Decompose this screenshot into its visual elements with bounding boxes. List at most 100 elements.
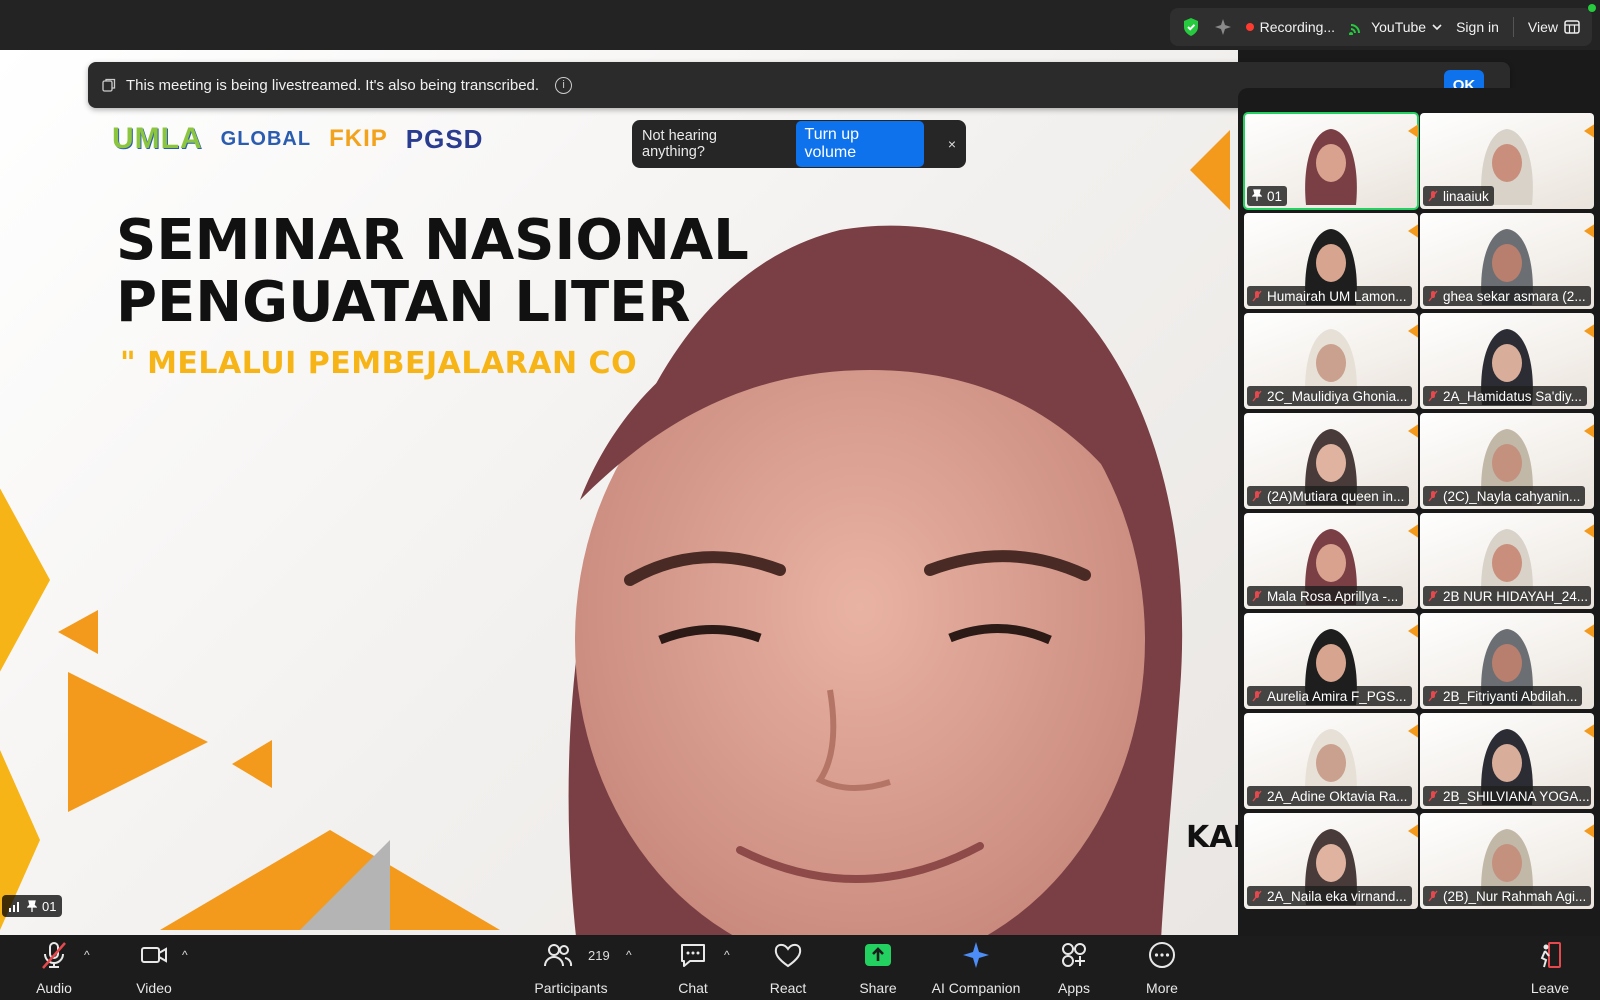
- slide-decoration: [1408, 319, 1418, 343]
- apps-button[interactable]: Apps: [1056, 940, 1092, 996]
- main-video-stage[interactable]: UMLA GLOBAL FKIP PGSD SEMINAR NASIONAL P…: [0, 50, 1238, 935]
- react-label: React: [769, 980, 807, 996]
- participant-tile[interactable]: 2B NUR HIDAYAH_24...: [1420, 513, 1594, 609]
- participant-name-label: 2B_SHILVIANA YOGA...: [1423, 786, 1591, 806]
- participants-label: Participants: [534, 980, 608, 996]
- pin-icon: [1251, 188, 1263, 204]
- meeting-status-bar: Recording... YouTube Sign in View: [1169, 8, 1592, 46]
- slide-decoration: [1584, 319, 1594, 343]
- mic-muted-icon: [1252, 790, 1262, 802]
- participant-name: 2A_Naila eka virnand...: [1267, 888, 1407, 904]
- slide-decoration: [0, 470, 50, 690]
- chat-button[interactable]: Chat: [676, 940, 710, 996]
- react-button[interactable]: React: [768, 940, 808, 996]
- audio-button[interactable]: Audio: [32, 940, 76, 996]
- record-dot-icon: [1245, 23, 1254, 31]
- mic-muted-icon: [1252, 490, 1262, 502]
- video-button[interactable]: Video: [132, 940, 176, 996]
- logo-fkip: FKIP: [329, 125, 388, 152]
- mic-muted-icon: [1252, 890, 1262, 902]
- participant-tile[interactable]: 2A_Adine Oktavia Ra...: [1244, 713, 1418, 809]
- audio-toast: Not hearing anything? Turn up volume ×: [632, 120, 966, 168]
- participant-name-label: ghea sekar asmara (2...: [1423, 286, 1591, 306]
- apps-label: Apps: [1058, 980, 1090, 996]
- audio-options-caret[interactable]: ^: [84, 948, 90, 962]
- close-icon[interactable]: ×: [948, 136, 956, 152]
- pin-icon: [27, 900, 37, 912]
- participant-tile[interactable]: 2B_SHILVIANA YOGA...: [1420, 713, 1594, 809]
- mic-muted-icon: [1252, 390, 1262, 402]
- share-button[interactable]: Share: [858, 940, 898, 996]
- security-shield[interactable]: [1182, 17, 1200, 37]
- ai-companion-button[interactable]: AI Companion: [930, 940, 1022, 996]
- more-button[interactable]: More: [1144, 940, 1180, 996]
- share-label: Share: [859, 980, 897, 996]
- shield-icon: [1183, 18, 1198, 36]
- slide-decoration: [1408, 819, 1418, 843]
- camera-active-dot: [1588, 4, 1596, 12]
- sign-in-button[interactable]: Sign in: [1456, 19, 1499, 35]
- video-label: Video: [136, 980, 172, 996]
- meeting-toolbar: Audio ^ Video ^ Participants 219 ^ Chat …: [0, 936, 1600, 1000]
- slide-decoration: [1408, 219, 1418, 243]
- slide-decoration: [300, 840, 390, 930]
- slide-decoration: [1584, 419, 1594, 443]
- mic-muted-icon: [1428, 390, 1438, 402]
- participant-name-label: (2A)Mutiara queen in...: [1247, 486, 1410, 506]
- slide-decoration: [1408, 119, 1418, 143]
- slide-decoration: [58, 610, 98, 654]
- turn-up-volume-button[interactable]: Turn up volume: [795, 121, 924, 167]
- main-video-name: 01: [42, 898, 57, 914]
- view-button[interactable]: View: [1528, 19, 1580, 35]
- mic-muted-icon: [1428, 690, 1438, 702]
- slide-decoration: [1584, 519, 1594, 543]
- participant-tile[interactable]: 2A_Hamidatus Sa'diy...: [1420, 313, 1594, 409]
- livestream-dropdown[interactable]: YouTube: [1349, 19, 1442, 35]
- participant-name: 2A_Adine Oktavia Ra...: [1267, 788, 1408, 804]
- heart-icon: [774, 943, 802, 968]
- chat-options-caret[interactable]: ^: [724, 948, 730, 962]
- mic-muted-icon: [1252, 290, 1262, 302]
- slide-decoration: [1584, 219, 1594, 243]
- participant-tile[interactable]: Mala Rosa Aprillya -...: [1244, 513, 1418, 609]
- participant-gallery[interactable]: 01 linaaiuk Humairah UM Lamon... ghea sekar…: [1238, 88, 1600, 936]
- leave-label: Leave: [1530, 980, 1570, 996]
- info-icon[interactable]: i: [555, 76, 573, 94]
- recording-indicator[interactable]: Recording...: [1245, 19, 1335, 35]
- participant-name-label: 2A_Naila eka virnand...: [1247, 886, 1412, 906]
- participant-name-label: Humairah UM Lamon...: [1247, 286, 1412, 306]
- participant-tile[interactable]: Humairah UM Lamon...: [1244, 213, 1418, 309]
- share-arrow-icon: [865, 944, 891, 966]
- participant-tile[interactable]: 2C_Maulidiya Ghonia...: [1244, 313, 1418, 409]
- logo-pgsd: PGSD: [405, 123, 484, 154]
- mic-muted-icon: [1252, 690, 1262, 702]
- participants-options-caret[interactable]: ^: [626, 948, 632, 962]
- audio-label: Audio: [36, 980, 72, 996]
- participant-name: 2B_Fitriyanti Abdilah...: [1443, 688, 1578, 704]
- leave-icon: [1540, 942, 1561, 968]
- mic-muted-icon: [1428, 590, 1438, 602]
- participant-name: (2A)Mutiara queen in...: [1267, 488, 1405, 504]
- leave-button[interactable]: Leave: [1528, 940, 1572, 996]
- video-icon: [141, 947, 167, 963]
- participant-tile[interactable]: 2B_Fitriyanti Abdilah...: [1420, 613, 1594, 709]
- participant-tile[interactable]: (2A)Mutiara queen in...: [1244, 413, 1418, 509]
- stream-target-label: YouTube: [1371, 19, 1427, 35]
- mic-muted-icon: [1428, 290, 1438, 302]
- participant-tile[interactable]: linaaiuk: [1420, 113, 1594, 209]
- video-options-caret[interactable]: ^: [182, 948, 188, 962]
- participant-name-label: linaaiuk: [1423, 186, 1494, 206]
- slide-decoration: [1584, 619, 1594, 643]
- participant-tile[interactable]: Aurelia Amira F_PGS...: [1244, 613, 1418, 709]
- participant-tile[interactable]: (2C)_Nayla cahyanin...: [1420, 413, 1594, 509]
- participant-name: linaaiuk: [1443, 188, 1489, 204]
- participant-tile[interactable]: 2A_Naila eka virnand...: [1244, 813, 1418, 909]
- participant-name: (2C)_Nayla cahyanin...: [1443, 488, 1581, 504]
- slide-decoration: [1584, 819, 1594, 843]
- ai-companion-status[interactable]: [1214, 18, 1232, 36]
- copy-icon: [102, 78, 116, 92]
- banner-text: This meeting is being livestreamed. It's…: [126, 76, 540, 94]
- participant-tile[interactable]: (2B)_Nur Rahmah Agi...: [1420, 813, 1594, 909]
- participant-tile[interactable]: 01: [1243, 112, 1419, 210]
- participant-tile[interactable]: ghea sekar asmara (2...: [1420, 213, 1594, 309]
